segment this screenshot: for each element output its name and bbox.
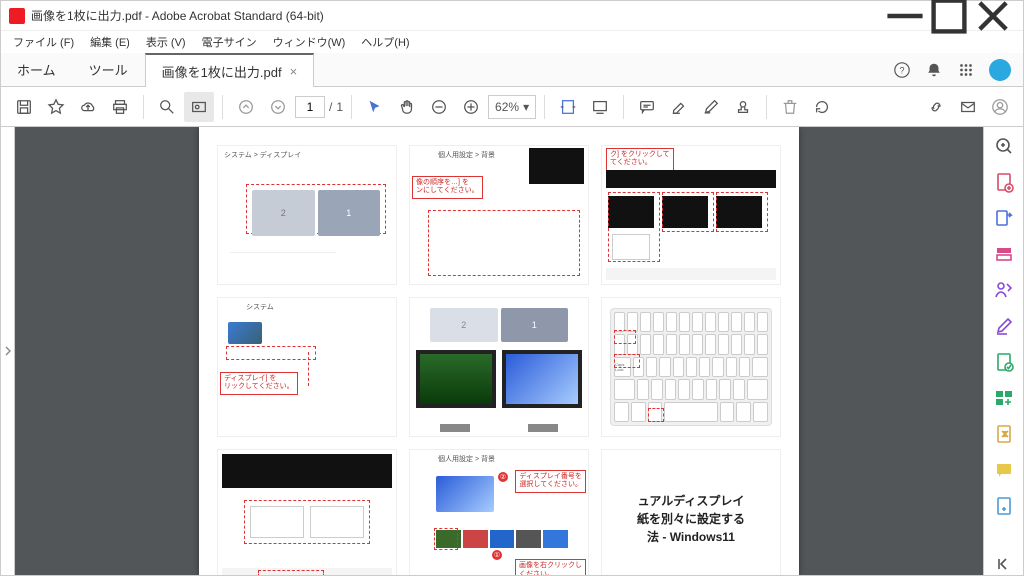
export-pdf-icon[interactable] (993, 207, 1015, 229)
fill-sign-icon[interactable] (993, 315, 1015, 337)
thumbnail-8: 個人用設定 > 背景 ② ディスプレイ番号を 選択してください。 ① 画像を右ク… (409, 449, 589, 575)
select-tool-icon[interactable] (360, 92, 390, 122)
email-icon[interactable] (953, 92, 983, 122)
thumbnail-7 (217, 449, 397, 575)
close-button[interactable] (971, 1, 1015, 31)
bell-icon[interactable] (925, 61, 943, 79)
read-mode-icon[interactable] (585, 92, 615, 122)
fit-width-icon[interactable] (553, 92, 583, 122)
menu-edit[interactable]: 編集 (E) (82, 32, 138, 52)
avatar[interactable] (989, 59, 1011, 81)
menu-help[interactable]: ヘルプ(H) (353, 32, 417, 52)
close-tab-icon[interactable]: × (290, 64, 298, 79)
compress-icon[interactable] (993, 423, 1015, 445)
create-pdf-icon[interactable] (993, 171, 1015, 193)
main-toolbar: / 1 62% ▾ (1, 87, 1023, 127)
menu-file[interactable]: ファイル (F) (5, 32, 82, 52)
page-current-input[interactable] (295, 96, 325, 118)
more-tools-icon[interactable] (993, 495, 1015, 517)
thumbnail-5: 2 1 (409, 297, 589, 437)
comment-icon[interactable] (632, 92, 662, 122)
delete-icon[interactable] (775, 92, 805, 122)
collapse-panel-icon[interactable] (993, 553, 1015, 575)
request-sign-icon[interactable] (993, 279, 1015, 301)
menu-view[interactable]: 表示 (V) (138, 32, 194, 52)
cloud-icon[interactable] (73, 92, 103, 122)
tab-document[interactable]: 画像を1枚に出力.pdf × (145, 53, 315, 87)
tab-tools[interactable]: ツール (73, 53, 145, 86)
sticky-note-icon[interactable] (993, 459, 1015, 481)
marquee-zoom-icon[interactable] (184, 92, 214, 122)
page-up-icon[interactable] (231, 92, 261, 122)
zoom-in-icon[interactable] (456, 92, 486, 122)
thumbnail-3: ク] をクリックして てください。 (601, 145, 781, 285)
svg-text:?: ? (899, 65, 904, 75)
thumbnail-9: ュアルディスプレイ 紙を別々に設定する 法 - Windows11 (601, 449, 781, 575)
star-icon[interactable] (41, 92, 71, 122)
edit-pdf-icon[interactable] (993, 243, 1015, 265)
menu-window[interactable]: ウィンドウ(W) (265, 32, 354, 52)
thumbnail-6: Caps Lock (601, 297, 781, 437)
zoom-out-icon[interactable] (424, 92, 454, 122)
page-down-icon[interactable] (263, 92, 293, 122)
app-icon (9, 8, 25, 24)
organize-icon[interactable] (993, 387, 1015, 409)
thumbnail-4: システム ディスプレイ] を リックしてください。 (217, 297, 397, 437)
page-indicator: / 1 (295, 96, 343, 118)
maximize-button[interactable] (927, 1, 971, 31)
menu-sign[interactable]: 電子サイン (194, 32, 265, 52)
protect-icon[interactable] (993, 351, 1015, 373)
rotate-icon[interactable] (807, 92, 837, 122)
thumbnail-1: システム > ディスプレイ 2 1 (217, 145, 397, 285)
zoom-find-icon[interactable] (152, 92, 182, 122)
stamp-icon[interactable] (728, 92, 758, 122)
document-viewer[interactable]: システム > ディスプレイ 2 1 個人用設定 > 背景 像の順序を…] を ン… (15, 127, 983, 575)
save-icon[interactable] (9, 92, 39, 122)
hand-tool-icon[interactable] (392, 92, 422, 122)
left-gutter[interactable] (1, 127, 15, 575)
thumbnail-2: 個人用設定 > 背景 像の順序を…] を ンにしてください。 (409, 145, 589, 285)
pdf-page: システム > ディスプレイ 2 1 個人用設定 > 背景 像の順序を…] を ン… (199, 127, 799, 575)
minimize-button[interactable] (883, 1, 927, 31)
search-page-icon[interactable] (993, 135, 1015, 157)
window-title: 画像を1枚に出力.pdf - Adobe Acrobat Standard (6… (31, 7, 883, 24)
menu-bar: ファイル (F) 編集 (E) 表示 (V) 電子サイン ウィンドウ(W) ヘル… (1, 31, 1023, 53)
tab-home[interactable]: ホーム (1, 53, 73, 86)
account-icon[interactable] (985, 92, 1015, 122)
apps-icon[interactable] (957, 61, 975, 79)
page-total: 1 (336, 100, 343, 114)
zoom-dropdown[interactable]: 62% ▾ (488, 95, 536, 119)
highlight-icon[interactable] (664, 92, 694, 122)
link-icon[interactable] (921, 92, 951, 122)
sign-icon[interactable] (696, 92, 726, 122)
print-icon[interactable] (105, 92, 135, 122)
tools-panel (983, 127, 1023, 575)
help-icon[interactable]: ? (893, 61, 911, 79)
